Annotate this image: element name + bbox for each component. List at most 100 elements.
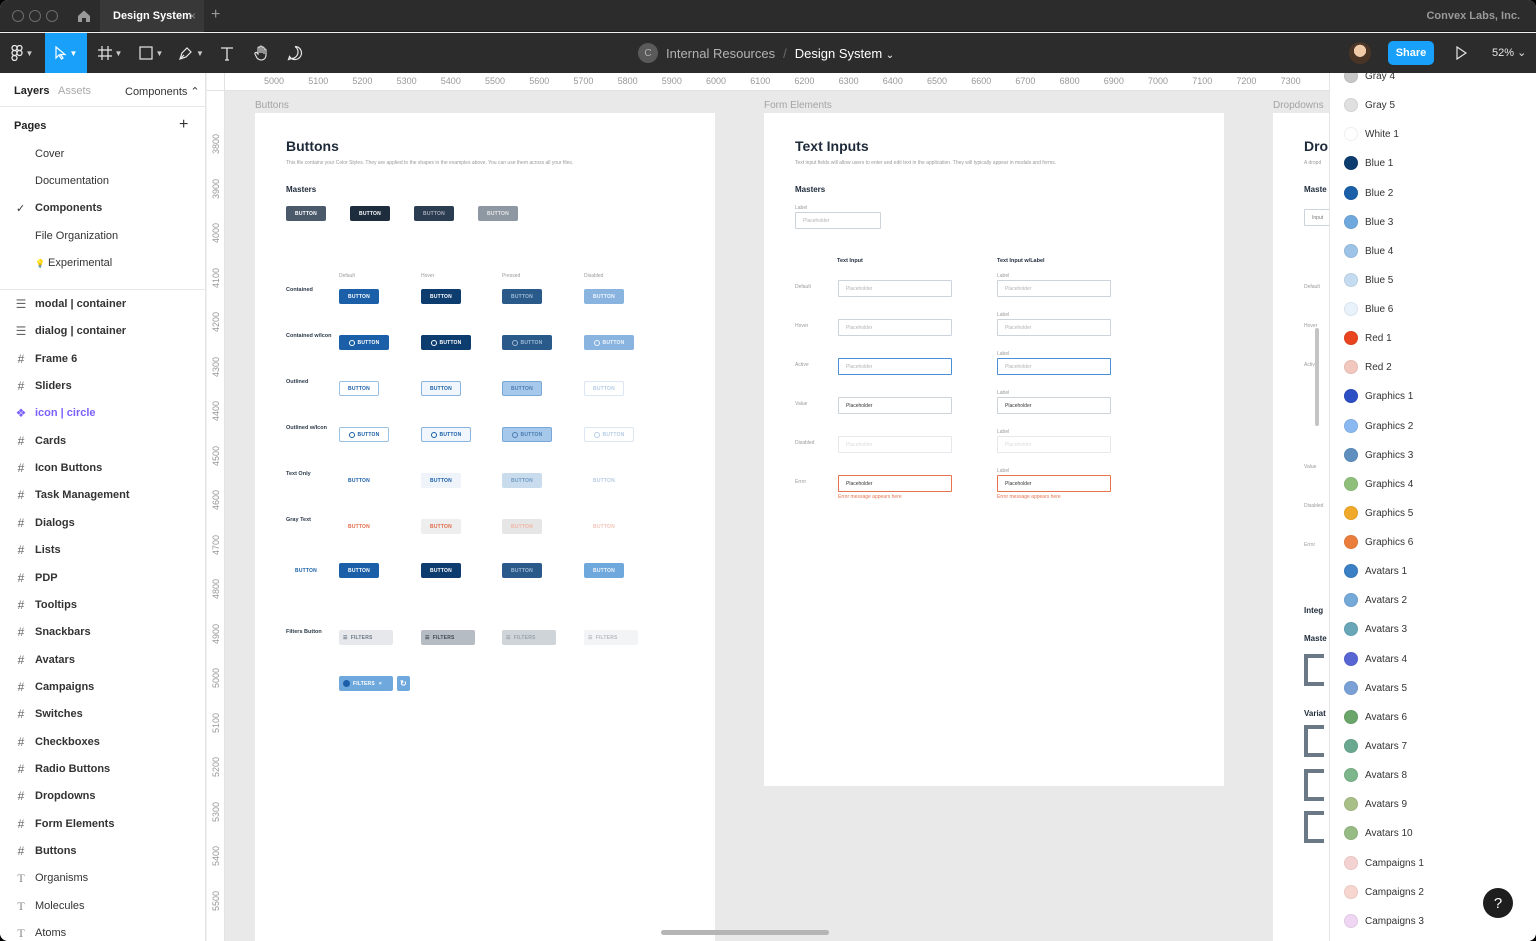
variant-button[interactable]: BUTTON [339, 381, 379, 396]
text-input[interactable]: Placeholder [838, 397, 952, 414]
tab-assets[interactable]: Assets [58, 85, 91, 97]
color-style-item[interactable]: Avatars 1 [1330, 561, 1536, 581]
help-button[interactable]: ? [1483, 888, 1513, 918]
vertical-scrollbar[interactable] [1315, 328, 1319, 426]
page-item-components[interactable]: Components [35, 202, 102, 214]
variant-button[interactable]: BUTTON [421, 335, 471, 350]
frame-label-dropdowns[interactable]: Dropdowns [1273, 100, 1324, 111]
layer-item[interactable]: # Snackbars [0, 622, 205, 642]
color-style-item[interactable]: Blue 5 [1330, 270, 1536, 290]
hand-tool[interactable] [248, 33, 274, 73]
breadcrumb-project[interactable]: Internal Resources [666, 46, 775, 61]
close-icon[interactable]: × [379, 681, 382, 687]
layer-item[interactable]: T Organisms [0, 868, 205, 888]
layer-item[interactable]: # Icon Buttons [0, 458, 205, 478]
page-item-cover[interactable]: Cover [35, 148, 64, 160]
close-tab-icon[interactable]: × [189, 9, 196, 23]
color-style-item[interactable]: Blue 3 [1330, 212, 1536, 232]
color-style-item[interactable]: Avatars 2 [1330, 590, 1536, 610]
color-style-item[interactable]: Avatars 9 [1330, 794, 1536, 814]
filters-button[interactable]: ☰ FILTERS [502, 630, 556, 645]
color-style-item[interactable]: Graphics 5 [1330, 503, 1536, 523]
color-style-item[interactable]: White 1 [1330, 124, 1536, 144]
add-page-button[interactable]: + [179, 116, 188, 134]
variant-button[interactable]: BUTTON [421, 289, 461, 304]
variant-button[interactable]: BUTTON [421, 427, 471, 442]
text-input[interactable]: Placeholder [838, 358, 952, 375]
filters-button[interactable]: ☰ FILTERS [421, 630, 475, 645]
layer-item[interactable]: # PDP [0, 568, 205, 588]
variant-button[interactable]: BUTTON [502, 427, 552, 442]
master-button[interactable]: BUTTON [478, 206, 518, 221]
color-style-item[interactable]: Graphics 2 [1330, 416, 1536, 436]
text-input[interactable]: Placeholder [838, 280, 952, 297]
color-style-item[interactable]: Avatars 8 [1330, 765, 1536, 785]
variant-button[interactable]: BUTTON [584, 381, 624, 396]
color-style-item[interactable]: Blue 6 [1330, 299, 1536, 319]
text-input[interactable]: Placeholder [997, 436, 1111, 453]
color-style-item[interactable]: Avatars 3 [1330, 619, 1536, 639]
pen-tool[interactable]: ▼ [173, 33, 209, 73]
layer-item[interactable]: # Radio Buttons [0, 759, 205, 779]
color-style-item[interactable]: Avatars 4 [1330, 649, 1536, 669]
close-window-button[interactable] [12, 10, 24, 22]
horizontal-scrollbar[interactable] [661, 930, 829, 935]
layer-item[interactable]: # Dialogs [0, 513, 205, 533]
text-input[interactable]: Placeholder [997, 319, 1111, 336]
variant-button[interactable]: BUTTON [339, 473, 379, 488]
variant-button[interactable]: BUTTON [421, 519, 461, 534]
text-input[interactable]: Placeholder [838, 319, 952, 336]
move-tool[interactable]: ▼ [45, 33, 87, 73]
frame-label-form-elements[interactable]: Form Elements [764, 100, 832, 111]
form-elements-frame[interactable]: Text Inputs Text input fields will allow… [764, 113, 1224, 786]
variant-button[interactable]: BUTTON [339, 427, 389, 442]
minimize-window-button[interactable] [29, 10, 41, 22]
text-input[interactable]: Placeholder [997, 475, 1111, 492]
dropdown-input[interactable]: Input [1304, 209, 1329, 226]
variant-button[interactable]: BUTTON [339, 289, 379, 304]
layer-item[interactable]: # Dropdowns [0, 786, 205, 806]
canvas[interactable]: 5000 5100 5200 5300 5400 5500 5600 5700 5800 5900… [207, 73, 1329, 941]
variant-button[interactable]: BUTTON [584, 335, 634, 350]
layer-item[interactable]: # Task Management [0, 485, 205, 505]
master-button[interactable]: BUTTON [286, 206, 326, 221]
zoom-menu[interactable]: 52% ⌄ [1492, 46, 1526, 59]
variant-button[interactable]: BUTTON [584, 563, 624, 578]
file-tab[interactable]: Design System × [100, 0, 204, 32]
variant-button[interactable]: BUTTON [421, 381, 461, 396]
variant-button[interactable]: BUTTON [502, 335, 552, 350]
main-menu-button[interactable]: ▼ [0, 33, 44, 73]
variant-button[interactable]: BUTTON [339, 519, 379, 534]
layer-item[interactable]: # Avatars [0, 650, 205, 670]
layer-item[interactable]: ☰ modal | container [0, 294, 205, 314]
color-style-item[interactable]: Gray 4 [1330, 73, 1536, 86]
shape-tool[interactable]: ▼ [133, 33, 169, 73]
layer-item[interactable]: # Frame 6 [0, 349, 205, 369]
color-style-item[interactable]: Campaigns 1 [1330, 853, 1536, 873]
master-text-input[interactable]: Placeholder [795, 212, 881, 229]
layer-item[interactable]: # Checkboxes [0, 732, 205, 752]
layer-item[interactable]: # Form Elements [0, 814, 205, 834]
variant-button[interactable]: BUTTON [502, 519, 542, 534]
page-item-experimental[interactable]: 💡 Experimental [35, 257, 112, 269]
color-style-item[interactable]: Avatars 6 [1330, 707, 1536, 727]
text-input[interactable]: Placeholder [838, 475, 952, 492]
layer-item[interactable]: ☰ dialog | container [0, 321, 205, 341]
variant-button[interactable]: BUTTON [502, 381, 542, 396]
color-style-item[interactable]: Blue 2 [1330, 183, 1536, 203]
variant-button[interactable]: BUTTON [421, 473, 461, 488]
filters-button[interactable]: ☰ FILTERS [339, 630, 393, 645]
variant-button[interactable]: BUTTON [584, 427, 634, 442]
frame-label-buttons[interactable]: Buttons [255, 100, 289, 111]
color-style-item[interactable]: Avatars 5 [1330, 678, 1536, 698]
master-button[interactable]: BUTTON [414, 206, 454, 221]
variant-button[interactable]: BUTTON [502, 473, 542, 488]
text-input[interactable]: Placeholder [838, 436, 952, 453]
buttons-frame[interactable]: Buttons This file contains your Color St… [255, 113, 715, 941]
color-style-item[interactable]: Blue 4 [1330, 241, 1536, 261]
page-item-file-organization[interactable]: File Organization [35, 230, 118, 242]
layer-item[interactable]: # Lists [0, 540, 205, 560]
color-style-item[interactable]: Graphics 6 [1330, 532, 1536, 552]
color-style-item[interactable]: Graphics 1 [1330, 386, 1536, 406]
text-tool[interactable] [214, 33, 240, 73]
